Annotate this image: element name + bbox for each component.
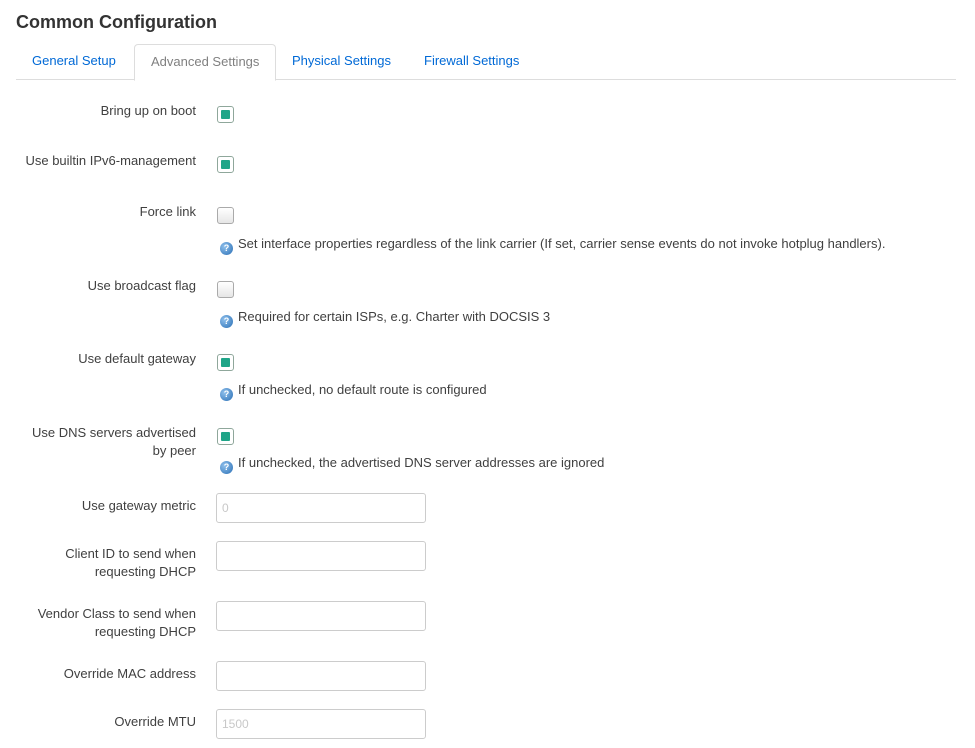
override-mac-label: Override MAC address	[63, 666, 196, 681]
peer-dns-checkbox[interactable]	[217, 428, 234, 445]
client-id-input[interactable]	[216, 541, 426, 571]
default-gateway-help-text: If unchecked, no default route is config…	[238, 382, 487, 397]
help-question-icon: ?	[220, 388, 233, 401]
override-mtu-input[interactable]	[216, 709, 426, 739]
client-id-label: Client ID to send when requesting DHCP	[65, 546, 196, 579]
default-gateway-checkbox[interactable]	[217, 354, 234, 371]
gateway-metric-input[interactable]	[216, 493, 426, 523]
peer-dns-help: ? If unchecked, the advertised DNS server…	[220, 455, 604, 474]
page-title: Common Configuration	[16, 12, 217, 32]
vendor-class-input[interactable]	[216, 601, 426, 631]
broadcast-flag-label: Use broadcast flag	[87, 278, 196, 293]
force-link-help-text: Set interface properties regardless of t…	[238, 236, 886, 251]
help-question-icon: ?	[220, 242, 233, 255]
builtin-ipv6-checkbox[interactable]	[217, 156, 234, 173]
broadcast-flag-help-text: Required for certain ISPs, e.g. Charter …	[238, 309, 551, 324]
bring-up-on-boot-label: Bring up on boot	[100, 103, 196, 118]
broadcast-flag-help: ? Required for certain ISPs, e.g. Charter…	[220, 309, 550, 328]
gateway-metric-label: Use gateway metric	[81, 498, 196, 513]
force-link-help: ? Set interface properties regardless of …	[220, 236, 885, 255]
force-link-label: Force link	[139, 204, 196, 219]
peer-dns-help-text: If unchecked, the advertised DNS server …	[238, 455, 605, 470]
vendor-class-label: Vendor Class to send when requesting DHC…	[37, 606, 196, 639]
tab-general-setup[interactable]: General Setup	[16, 44, 132, 80]
builtin-ipv6-label: Use builtin IPv6-management	[25, 153, 196, 168]
force-link-checkbox[interactable]	[217, 207, 234, 224]
help-question-icon: ?	[220, 315, 233, 328]
default-gateway-help: ? If unchecked, no default route is confi…	[220, 382, 487, 401]
bring-up-on-boot-checkbox[interactable]	[217, 106, 234, 123]
tab-bar: General Setup Advanced Settings Physical…	[16, 44, 956, 81]
override-mtu-label: Override MTU	[114, 714, 196, 729]
page: Common Configuration General Setup Advan…	[0, 0, 975, 748]
tab-advanced-settings[interactable]: Advanced Settings	[134, 44, 277, 81]
tab-physical-settings[interactable]: Physical Settings	[276, 44, 407, 80]
peer-dns-label: Use DNS servers advertised by peer	[32, 425, 196, 458]
tab-firewall-settings[interactable]: Firewall Settings	[408, 44, 535, 80]
help-question-icon: ?	[220, 461, 233, 474]
broadcast-flag-checkbox[interactable]	[217, 281, 234, 298]
override-mac-input[interactable]	[216, 661, 426, 691]
default-gateway-label: Use default gateway	[78, 351, 196, 366]
